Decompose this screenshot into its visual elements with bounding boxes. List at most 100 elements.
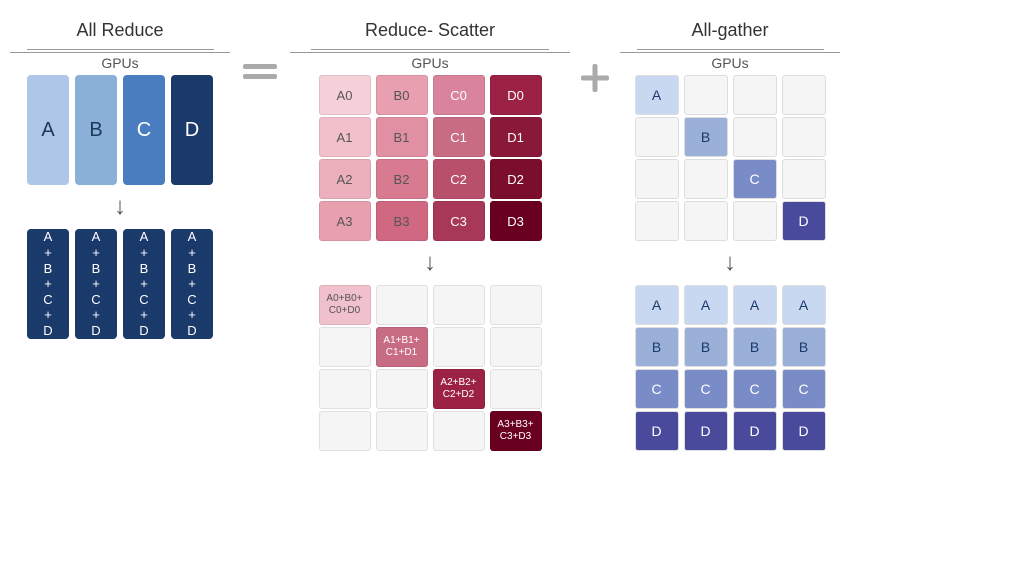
plus-vertical: [593, 64, 598, 92]
ag-bottom-2-B: B: [733, 327, 777, 367]
rs-col-A: A0 A1 A2 A3: [319, 75, 371, 241]
rs-D3: D3: [490, 201, 542, 241]
reduce-scatter-arrow: ↓: [424, 249, 436, 277]
all-reduce-top: GPUs A B C D: [10, 49, 230, 185]
ag-bottom-0-C: C: [635, 369, 679, 409]
all-reduce-gpus-line: [27, 49, 214, 50]
all-gather-gpus-label: GPUs: [620, 52, 840, 71]
rs-C2: C2: [433, 159, 485, 199]
rs-result-0-3: [319, 411, 371, 451]
equals-bar-top: [243, 64, 277, 69]
ag-top-1-B: B: [684, 117, 728, 157]
rs-C3: C3: [433, 201, 485, 241]
reduce-scatter-title: Reduce- Scatter: [365, 20, 495, 41]
ag-top-2-0: [733, 75, 777, 115]
rs-result-col-0: A0+B0+C0+D0: [319, 285, 371, 451]
reduce-scatter-section: Reduce- Scatter GPUs A0 A1 A2 A3 B0 B1 B…: [290, 20, 570, 451]
ar-block-B: B: [75, 75, 117, 185]
ag-top-0-A: A: [635, 75, 679, 115]
ag-bottom-1-D: D: [684, 411, 728, 451]
ag-top-3-1: [782, 117, 826, 157]
ar-result-4: A+B+C+D: [171, 229, 213, 339]
ag-bottom-3-A: A: [782, 285, 826, 325]
ar-result-3: A+B+C+D: [123, 229, 165, 339]
ar-block-C: C: [123, 75, 165, 185]
ag-bottom-0-A: A: [635, 285, 679, 325]
rs-D0: D0: [490, 75, 542, 115]
ag-bottom-1-B: B: [684, 327, 728, 367]
reduce-scatter-gpus-line: [311, 49, 549, 50]
ag-top-col-2: C: [733, 75, 777, 241]
rs-result-2-3: [433, 411, 485, 451]
main-container: All Reduce GPUs A B C D ↓ A+B+C+D A+B+C+…: [0, 0, 1024, 562]
all-reduce-title: All Reduce: [76, 20, 163, 41]
rs-col-C: C0 C1 C2 C3: [433, 75, 485, 241]
ag-bottom-3-D: D: [782, 411, 826, 451]
ag-top-1-3: [684, 201, 728, 241]
rs-C1: C1: [433, 117, 485, 157]
rs-col-D: D0 D1 D2 D3: [490, 75, 542, 241]
all-gather-title: All-gather: [691, 20, 768, 41]
rs-result-0-0: A0+B0+C0+D0: [319, 285, 371, 325]
all-reduce-gpu-row: A B C D: [27, 75, 213, 185]
all-gather-gpus-line: [637, 49, 824, 50]
ag-bottom-0-D: D: [635, 411, 679, 451]
rs-C0: C0: [433, 75, 485, 115]
ag-bottom-col-3: A B C D: [782, 285, 826, 451]
ag-top-3-0: [782, 75, 826, 115]
ar-block-D: D: [171, 75, 213, 185]
rs-result-2-0: [433, 285, 485, 325]
rs-B3: B3: [376, 201, 428, 241]
all-gather-arrow: ↓: [724, 249, 736, 277]
ag-top-grid: A B C: [635, 75, 826, 241]
rs-result-1-1: A1+B1+C1+D1: [376, 327, 428, 367]
ag-top-0-1: [635, 117, 679, 157]
rs-result-col-1: A1+B1+C1+D1: [376, 285, 428, 451]
equals-section: [230, 20, 290, 79]
rs-result-1-3: [376, 411, 428, 451]
all-reduce-arrow: ↓: [114, 193, 126, 221]
rs-result-1-2: [376, 369, 428, 409]
ag-bottom-col-0: A B C D: [635, 285, 679, 451]
rs-top-grid: A0 A1 A2 A3 B0 B1 B2 B3 C0 C1 C2 C3 D0: [319, 75, 542, 241]
ag-bottom-3-C: C: [782, 369, 826, 409]
ar-block-A: A: [27, 75, 69, 185]
ag-top-2-1: [733, 117, 777, 157]
ag-bottom-2-C: C: [733, 369, 777, 409]
plus-icon: [581, 64, 609, 92]
ag-top-2-3: [733, 201, 777, 241]
all-gather-section: All-gather GPUs A B: [620, 20, 840, 451]
rs-B0: B0: [376, 75, 428, 115]
ag-bottom-2-A: A: [733, 285, 777, 325]
rs-result-3-2: [490, 369, 542, 409]
ag-top-col-1: B: [684, 75, 728, 241]
rs-result-0-1: [319, 327, 371, 367]
rs-result-2-2: A2+B2+C2+D2: [433, 369, 485, 409]
ag-top-3-D: D: [782, 201, 826, 241]
rs-D1: D1: [490, 117, 542, 157]
rs-result-2-1: [433, 327, 485, 367]
ag-bottom-0-B: B: [635, 327, 679, 367]
rs-result-1-0: [376, 285, 428, 325]
rs-B1: B1: [376, 117, 428, 157]
rs-bottom-grid: A0+B0+C0+D0 A1+B1+C1+D1 A2+B2+C2+D2: [319, 285, 542, 451]
ag-top-2-C: C: [733, 159, 777, 199]
ag-bottom-col-2: A B C D: [733, 285, 777, 451]
ag-top-1-0: [684, 75, 728, 115]
all-reduce-gpus-bracket: GPUs: [10, 49, 230, 75]
rs-result-0-2: [319, 369, 371, 409]
ar-result-1: A+B+C+D: [27, 229, 69, 339]
ag-bottom-3-B: B: [782, 327, 826, 367]
rs-result-3-1: [490, 327, 542, 367]
ag-top-1-2: [684, 159, 728, 199]
rs-result-3-3: A3+B3+C3+D3: [490, 411, 542, 451]
ag-bottom-1-C: C: [684, 369, 728, 409]
ag-bottom-grid: A B C D A B C D A B C D A B C D: [635, 285, 826, 451]
reduce-scatter-gpus-label: GPUs: [290, 52, 570, 71]
rs-result-col-2: A2+B2+C2+D2: [433, 285, 485, 451]
rs-A0: A0: [319, 75, 371, 115]
ag-bottom-1-A: A: [684, 285, 728, 325]
ag-top-col-3: D: [782, 75, 826, 241]
equals-icon: [243, 64, 277, 79]
ag-top-3-2: [782, 159, 826, 199]
